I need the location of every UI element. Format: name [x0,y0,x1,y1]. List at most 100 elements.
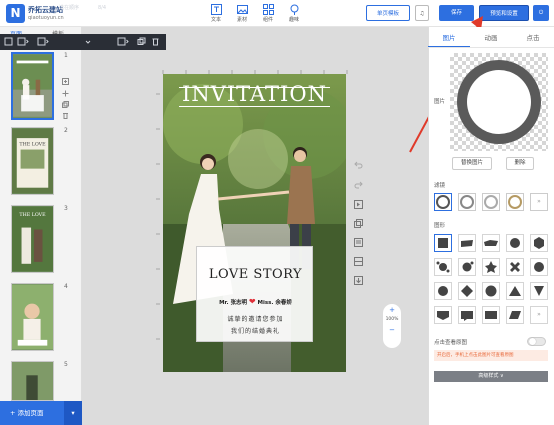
filter-option[interactable] [434,193,452,211]
chevron-down-icon[interactable]: ▾ [64,401,82,425]
logo-icon: N [6,4,25,23]
fun-icon [290,4,298,15]
blob-shape-icon [534,237,544,249]
image-icon [236,5,248,14]
blob-shape-icon [510,238,520,248]
page-number: 3 [64,205,68,212]
download-icon[interactable] [354,276,363,285]
page-thumbnail[interactable] [11,283,54,351]
shape-option[interactable] [482,234,500,252]
page-thumbnail[interactable] [11,361,54,401]
image-label: 图片 [434,99,446,105]
shape-option[interactable] [434,306,452,324]
zoom-in-icon[interactable]: + [383,304,401,316]
shape-option[interactable] [530,258,548,276]
shape-option[interactable] [506,234,524,252]
zoom-out-icon[interactable]: − [383,324,401,336]
shape-option[interactable] [530,234,548,252]
chevron-down-icon[interactable] [85,38,91,46]
shape-option[interactable] [458,258,476,276]
invitation-title[interactable]: INVITATION [163,82,346,106]
power-icon[interactable]: ⏻ [533,5,549,21]
page-preview-image [13,55,52,117]
layer-icon[interactable] [17,37,29,46]
order-select[interactable]: 选在顺序 [59,3,79,13]
filter-option[interactable] [482,193,500,211]
shape-option[interactable] [458,234,476,252]
ribbon-shape-icon [461,311,473,321]
heart-icon: ❤ [248,297,256,306]
move-icon[interactable] [62,90,69,97]
page-thumbnail[interactable] [11,52,54,120]
shape-option[interactable] [482,258,500,276]
brush-shape-icon [484,240,498,246]
tool-text[interactable]: 文本 [205,3,227,25]
replace-image-button[interactable]: 替换图片 [452,157,492,170]
tool-fun[interactable]: 趣味 [283,3,305,25]
shape-option[interactable] [506,306,524,324]
copy-page-icon[interactable] [354,238,363,247]
crop-icon[interactable] [4,37,13,46]
copy-icon[interactable] [62,101,69,108]
redo-icon[interactable] [354,180,363,189]
shape-option[interactable] [434,282,452,300]
invite-text-line2[interactable]: 我们的结婚典礼 [197,326,314,335]
ring-shape-preview [457,60,541,144]
align-icon[interactable] [37,37,49,46]
lock-icon[interactable] [117,37,129,46]
page-counter[interactable]: 8/4 [98,3,106,13]
page-thumbnail[interactable]: THE LOVE [11,205,54,273]
toggle-knob [529,338,536,345]
shape-square[interactable] [434,234,452,252]
tab-image[interactable]: 图片 [428,31,470,45]
story-card[interactable]: LOVE STORY Mr. 张志明 ❤ Miss. 余春娇 诚挚的邀请您参加 … [196,246,313,342]
tab-animation[interactable]: 动画 [470,31,512,45]
copy-icon[interactable] [137,37,146,46]
shape-option[interactable] [482,306,500,324]
advanced-style-button[interactable]: 高级样式 ∨ [434,371,548,382]
circle-icon [485,285,497,297]
tool-component[interactable]: 组件 [257,3,279,25]
delete-image-button[interactable]: 删除 [506,157,534,170]
tool-image[interactable]: 素材 [231,3,253,25]
grid-icon[interactable] [354,257,363,266]
filter-option[interactable] [506,193,524,211]
shape-option[interactable] [458,306,476,324]
tab-divider [428,47,554,48]
delete-icon[interactable] [62,112,69,119]
page-number: 2 [64,127,68,134]
add-page-button[interactable]: + 添加页面 ▾ [0,401,82,425]
play-icon[interactable] [354,200,363,209]
more-shapes-icon[interactable]: » [530,306,548,324]
card-title[interactable]: LOVE STORY [197,267,314,282]
view-original-note: 开启后，手机上点击此图片可查看原图 [434,350,548,361]
shape-option[interactable] [506,282,524,300]
layers-icon[interactable] [354,219,363,228]
couple-names[interactable]: Mr. 张志明 ❤ Miss. 余春娇 [197,297,314,306]
invitation-canvas[interactable]: INVITATION LOVE STORY Mr. 张志明 ❤ Miss. 余春… [163,74,346,372]
page-preview-image: THE LOVE [12,128,53,194]
undo-icon[interactable] [354,160,363,169]
triangle-icon [509,286,521,296]
shape-option[interactable] [482,282,500,300]
trash-icon[interactable] [151,37,160,46]
more-filters-icon[interactable]: » [530,193,548,211]
tool-label: 组件 [262,17,273,23]
filter-option[interactable] [458,193,476,211]
shape-option[interactable] [458,282,476,300]
shape-option[interactable] [530,282,548,300]
invite-text-line1[interactable]: 诚挚的邀请您参加 [197,314,314,323]
zoom-level: 100% [385,317,399,322]
filter-ring-icon [460,195,474,209]
parallelogram-icon [509,311,521,319]
view-original-toggle[interactable] [527,337,546,346]
page-thumbnail[interactable]: THE LOVE [11,127,54,195]
tab-click[interactable]: 点击 [512,31,554,45]
blob-shape-icon [438,286,448,296]
shape-option[interactable] [434,258,452,276]
filter-ring-icon [508,195,522,209]
add-icon[interactable] [62,78,69,85]
page-preview-image [12,362,53,400]
diamond-icon [461,285,473,297]
shape-option[interactable] [506,258,524,276]
